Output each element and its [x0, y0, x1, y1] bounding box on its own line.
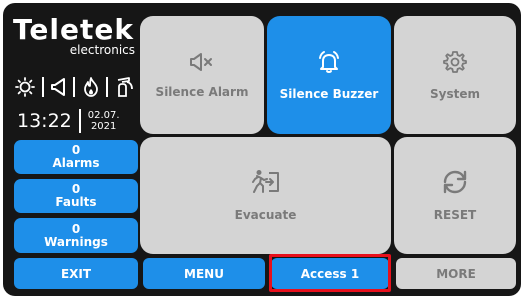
warnings-counter[interactable]: 0 Warnings: [14, 218, 138, 253]
clock-separator: [78, 109, 81, 133]
warnings-label: Warnings: [44, 234, 108, 249]
gear-icon: [443, 50, 467, 87]
status-separator: [72, 77, 75, 97]
speaker-muted-icon: [190, 52, 214, 85]
status-separator: [106, 77, 109, 97]
clock: 13:22 02.07. 2021: [17, 109, 120, 133]
clock-date-year: 2021: [90, 121, 117, 132]
alarms-counter[interactable]: 0 Alarms: [14, 140, 138, 174]
clock-date: 02.07. 2021: [88, 110, 120, 132]
system-label: System: [430, 86, 480, 101]
silence-alarm-label: Silence Alarm: [155, 84, 249, 99]
exit-button[interactable]: EXIT: [14, 258, 138, 289]
alarms-label: Alarms: [52, 156, 100, 170]
refresh-icon: [441, 169, 469, 208]
sun-icon: [15, 77, 35, 97]
panel-screen: Teletek electronics 13:22 02.07. 2021 0 …: [3, 3, 521, 296]
status-separator: [41, 77, 44, 97]
menu-button[interactable]: MENU: [143, 258, 265, 289]
evacuate-exit-icon: [251, 169, 281, 208]
faults-counter[interactable]: 0 Faults: [14, 179, 138, 213]
clock-date-day: 02.07.: [87, 110, 120, 121]
warnings-count: 0: [71, 221, 81, 236]
silence-alarm-button[interactable]: Silence Alarm: [140, 16, 264, 134]
reset-button[interactable]: RESET: [394, 137, 516, 254]
bell-icon: [317, 50, 341, 87]
reset-label: RESET: [433, 208, 477, 222]
evacuate-label: Evacuate: [234, 208, 297, 222]
silence-buzzer-label: Silence Buzzer: [279, 86, 379, 101]
brand: Teletek electronics: [13, 13, 137, 57]
teletek-logo: Teletek: [13, 13, 134, 46]
fire-extinguisher-icon: [115, 76, 135, 98]
more-button[interactable]: MORE: [396, 258, 516, 289]
evacuate-button[interactable]: Evacuate: [140, 137, 391, 254]
clock-time: 13:22: [17, 110, 72, 132]
status-icon-row: [15, 73, 135, 101]
faults-label: Faults: [55, 195, 97, 209]
silence-buzzer-button[interactable]: Silence Buzzer: [267, 16, 391, 134]
speaker-icon: [50, 77, 66, 97]
flame-icon: [82, 77, 100, 97]
system-button[interactable]: System: [394, 16, 516, 134]
selection-highlight: [269, 254, 391, 292]
